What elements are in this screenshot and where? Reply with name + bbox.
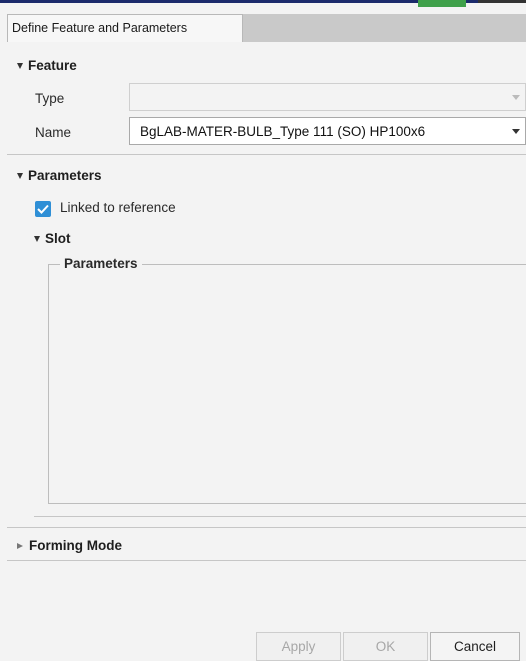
- parameters-section-header[interactable]: Parameters: [17, 168, 102, 183]
- dialog-panel: Feature Type Name BgLAB-MATER-BULB_Type …: [7, 42, 526, 661]
- type-label: Type: [35, 91, 65, 106]
- section-divider: [7, 560, 526, 561]
- dialog-root: Define Feature and Parameters Feature Ty…: [0, 0, 526, 661]
- tab-bar: Define Feature and Parameters: [7, 14, 526, 43]
- slot-bottom-divider: [34, 516, 526, 517]
- parameters-groupbox-title: Parameters: [60, 256, 142, 271]
- slot-section-title: Slot: [45, 231, 71, 246]
- ok-button[interactable]: OK: [343, 632, 428, 661]
- apply-button[interactable]: Apply: [256, 632, 341, 661]
- window-top-edge: [478, 0, 526, 3]
- slot-section-header[interactable]: Slot: [34, 231, 71, 246]
- forming-mode-section-header[interactable]: Forming Mode: [17, 538, 122, 553]
- collapse-triangle-icon: [17, 172, 23, 179]
- section-divider: [7, 527, 526, 528]
- window-top-indicator: [418, 0, 466, 7]
- dropdown-arrow-icon: [512, 95, 520, 100]
- section-divider: [7, 154, 526, 155]
- forming-mode-section-title: Forming Mode: [29, 538, 122, 553]
- name-dropdown-value: BgLAB-MATER-BULB_Type 111 (SO) HP100x6: [140, 124, 426, 139]
- checkmark-icon: [37, 204, 49, 214]
- tab-define-feature-and-parameters[interactable]: Define Feature and Parameters: [7, 14, 243, 42]
- cancel-button[interactable]: Cancel: [430, 632, 520, 661]
- window-top-accent: [0, 0, 478, 3]
- feature-section-title: Feature: [28, 58, 77, 73]
- name-label: Name: [35, 125, 72, 140]
- type-dropdown[interactable]: [129, 83, 526, 111]
- name-dropdown[interactable]: BgLAB-MATER-BULB_Type 111 (SO) HP100x6: [129, 117, 526, 145]
- parameters-groupbox: [48, 264, 526, 504]
- linked-to-reference-checkbox[interactable]: [35, 201, 51, 217]
- collapse-triangle-icon: [34, 235, 40, 242]
- dropdown-arrow-icon: [512, 129, 520, 134]
- collapse-triangle-icon: [17, 62, 23, 69]
- parameters-section-title: Parameters: [28, 168, 102, 183]
- expand-triangle-icon: [17, 542, 23, 549]
- feature-section-header[interactable]: Feature: [17, 58, 77, 73]
- linked-to-reference-label[interactable]: Linked to reference: [60, 200, 176, 215]
